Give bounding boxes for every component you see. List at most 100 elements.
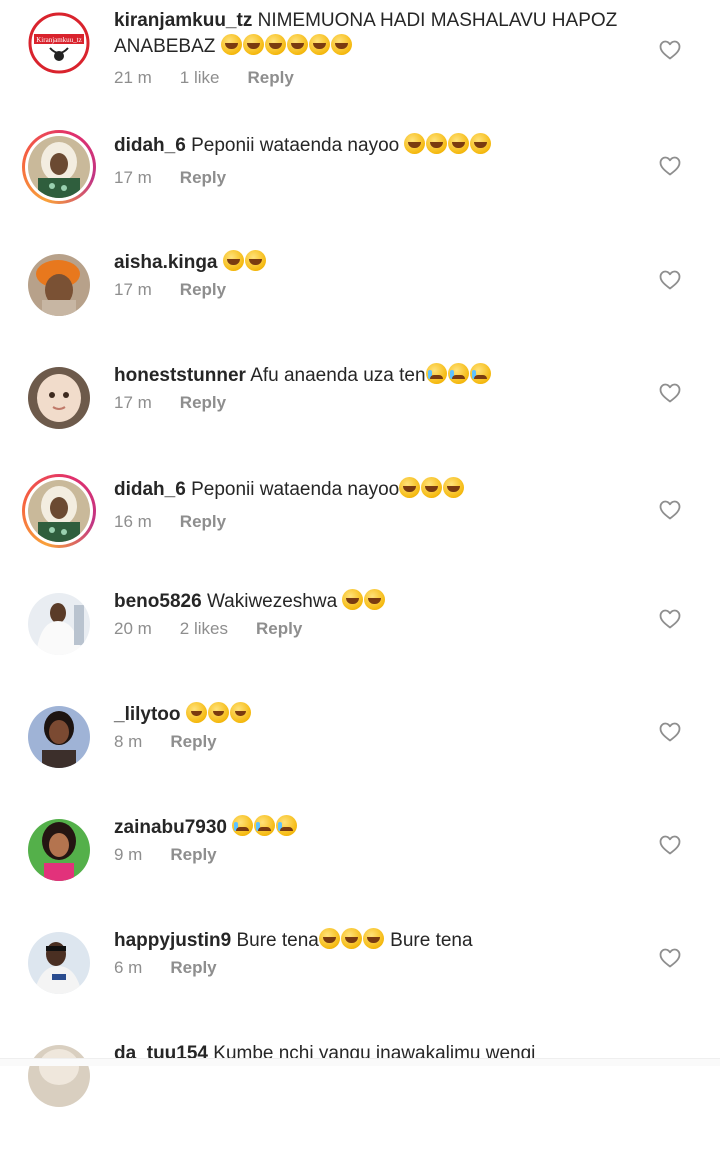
comment-item: beno5826 Wakiwezeshwa 20 m 2 likes Reply: [0, 587, 720, 700]
comment-item: Kiranjamkuu_tz kiranjamkuu_tz NIMEMUONA H…: [0, 8, 720, 121]
avatar[interactable]: [28, 706, 90, 768]
avatar[interactable]: [28, 254, 90, 316]
laugh-emoji-icon: [286, 34, 308, 55]
reply-button[interactable]: Reply: [180, 280, 226, 299]
cry-emoji-icon: [447, 363, 469, 384]
logo-text: Kiranjamkuu_tz: [36, 36, 82, 44]
laugh-emoji-icon: [399, 477, 421, 498]
reply-button[interactable]: Reply: [170, 732, 216, 751]
comment-time: 17 m: [114, 393, 152, 412]
heart-outline-icon[interactable]: [658, 381, 682, 405]
comment-time: 20 m: [114, 619, 152, 638]
reply-button[interactable]: Reply: [180, 393, 226, 412]
comment-text: didah_6 Peponii wataenda nayoo: [114, 133, 624, 159]
comment-text: happyjustin9 Bure tena Bure tena: [114, 928, 624, 954]
reply-button[interactable]: Reply: [256, 619, 302, 638]
laugh-emoji-icon: [404, 133, 426, 154]
avatar[interactable]: Kiranjamkuu_tz: [28, 12, 90, 74]
avatar-image[interactable]: [28, 593, 90, 655]
comment-username[interactable]: beno5826: [114, 591, 202, 612]
comment-item: didah_6 Peponii wataenda nayoo 16 m Reply: [0, 474, 720, 587]
comment-username[interactable]: didah_6: [114, 479, 186, 500]
avatar[interactable]: [28, 1045, 90, 1107]
laugh-emoji-icon: [448, 133, 470, 154]
comment-meta: 16 m Reply: [114, 512, 254, 532]
comment-time: 6 m: [114, 958, 143, 977]
comment-item: zainabu7930 9 m Reply: [0, 813, 720, 926]
reply-button[interactable]: Reply: [170, 845, 216, 864]
comment-likes[interactable]: 1 like: [180, 68, 220, 87]
laugh-emoji-icon: [340, 928, 362, 949]
heart-outline-icon[interactable]: [658, 498, 682, 522]
comment-username[interactable]: honeststunner: [114, 365, 246, 386]
comment-likes[interactable]: 2 likes: [180, 619, 228, 638]
heart-outline-icon[interactable]: [658, 607, 682, 631]
comment-meta: 17 m Reply: [114, 280, 254, 300]
laugh-emoji-icon: [318, 928, 340, 949]
reply-button[interactable]: Reply: [180, 512, 226, 531]
cry-emoji-icon: [425, 363, 447, 384]
heart-outline-icon[interactable]: [658, 154, 682, 178]
avatar-image[interactable]: [28, 706, 90, 768]
comment-time: 17 m: [114, 168, 152, 187]
comment-text: didah_6 Peponii wataenda nayoo: [114, 477, 624, 503]
emoji-group: [222, 250, 267, 273]
avatar[interactable]: [28, 593, 90, 655]
comment-meta: 20 m 2 likes Reply: [114, 619, 330, 639]
comment-text: beno5826 Wakiwezeshwa: [114, 589, 624, 615]
emoji-group: [220, 34, 353, 57]
comment-meta: 8 m Reply: [114, 732, 245, 752]
emoji-group: [232, 815, 298, 838]
comment-text: aisha.kinga: [114, 250, 624, 276]
laugh-emoji-icon: [470, 133, 492, 154]
comment-time: 17 m: [114, 280, 152, 299]
comment-item: didah_6 Peponii wataenda nayoo 17 m Reply: [0, 130, 720, 243]
comment-meta: 21 m 1 like Reply: [114, 68, 322, 88]
reply-button[interactable]: Reply: [170, 958, 216, 977]
comment-item: da_tuu154 Kumbe nchi yangu inawakalimu w…: [0, 1039, 720, 1152]
heart-outline-icon[interactable]: [658, 833, 682, 857]
avatar-image[interactable]: [28, 136, 90, 198]
laugh-emoji-icon: [364, 589, 386, 610]
emoji-group: [318, 928, 385, 951]
avatar[interactable]: [28, 932, 90, 994]
avatar-image[interactable]: [28, 367, 90, 429]
laugh-emoji-icon: [220, 34, 242, 55]
avatar-image[interactable]: Kiranjamkuu_tz: [28, 12, 90, 74]
comment-body: Wakiwezeshwa: [206, 591, 338, 612]
comment-username[interactable]: _lilytoo: [114, 704, 181, 725]
heart-outline-icon[interactable]: [658, 720, 682, 744]
reply-button[interactable]: Reply: [247, 68, 293, 87]
avatar-image[interactable]: [28, 932, 90, 994]
laugh-emoji-icon: [242, 34, 264, 55]
comment-body: Peponii wataenda nayoo: [191, 479, 400, 500]
comment-body: Bure tena: [390, 930, 473, 951]
comment-username[interactable]: happyjustin9: [114, 930, 231, 951]
comment-item: aisha.kinga 17 m Reply: [0, 248, 720, 361]
comment-meta: 17 m Reply: [114, 393, 254, 413]
laugh-emoji-icon: [330, 34, 352, 55]
cry-emoji-icon: [469, 363, 491, 384]
avatar-story-ring[interactable]: [22, 474, 96, 548]
avatar-image[interactable]: [28, 819, 90, 881]
comment-username[interactable]: zainabu7930: [114, 817, 227, 838]
reply-button[interactable]: Reply: [180, 168, 226, 187]
comment-meta: 9 m Reply: [114, 845, 245, 865]
avatar-story-ring[interactable]: [22, 130, 96, 204]
cry-emoji-icon: [254, 815, 276, 836]
heart-outline-icon[interactable]: [658, 946, 682, 970]
comment-body: Peponii wataenda nayoo: [191, 135, 400, 156]
avatar-image[interactable]: [28, 480, 90, 542]
heart-outline-icon[interactable]: [658, 268, 682, 292]
comment-username[interactable]: kiranjamkuu_tz: [114, 10, 252, 31]
comment-username[interactable]: didah_6: [114, 135, 186, 156]
avatar-image[interactable]: [28, 254, 90, 316]
heart-outline-icon[interactable]: [658, 38, 682, 62]
avatar[interactable]: [28, 367, 90, 429]
comment-username[interactable]: aisha.kinga: [114, 252, 218, 273]
laugh-emoji-icon: [264, 34, 286, 55]
laugh-emoji-icon: [426, 133, 448, 154]
avatar[interactable]: [28, 819, 90, 881]
wink-emoji-icon: [185, 702, 207, 723]
avatar-image[interactable]: [28, 1045, 90, 1107]
